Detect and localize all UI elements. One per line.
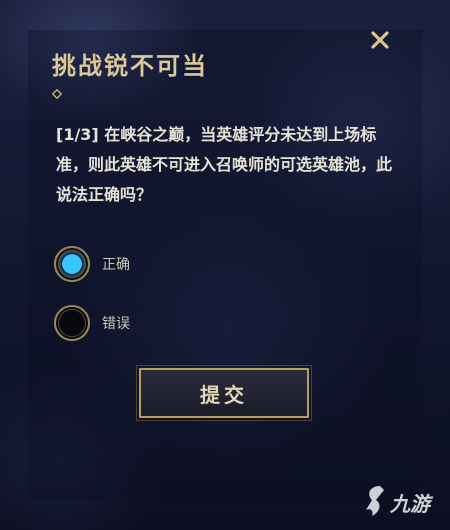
watermark: 九游 <box>360 478 446 524</box>
watermark-text: 九游 <box>390 492 430 516</box>
radio-unselected-icon <box>54 305 90 341</box>
option-correct-label: 正确 <box>102 257 130 273</box>
option-wrong[interactable]: 错误 <box>52 303 252 343</box>
dialog-title: 挑战锐不可当 <box>52 52 208 80</box>
title-divider <box>52 89 398 99</box>
jiuyou-logo-icon <box>366 486 384 516</box>
option-wrong-label: 错误 <box>102 316 130 332</box>
submit-button[interactable]: 提交 <box>136 365 312 421</box>
close-button[interactable] <box>366 26 394 54</box>
radio-selected-icon <box>54 246 90 282</box>
question-text: [1/3] 在峡谷之巅，当英雄评分未达到上场标准，则此英雄不可进入召唤师的可选英… <box>56 125 393 204</box>
option-correct[interactable]: 正确 <box>52 244 252 284</box>
close-icon <box>371 31 389 49</box>
